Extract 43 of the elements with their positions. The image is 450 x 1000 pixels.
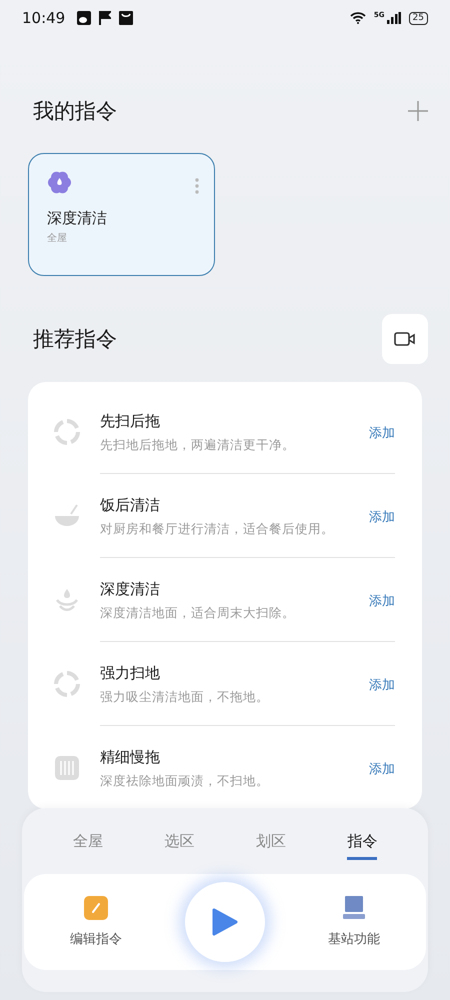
battery-level: 25 [408,12,428,24]
command-title: 强力扫地 [100,664,161,683]
mode-tab[interactable]: 全屋 [72,832,103,860]
command-card[interactable]: 深度清洁 全屋 [28,153,215,276]
add-link[interactable]: 添加 [369,424,395,442]
bag-icon [119,11,134,25]
bowl-icon [54,503,80,529]
plus-icon [408,101,428,121]
add-link[interactable]: 添加 [369,508,395,526]
mode-tab[interactable]: 划区 [256,832,286,860]
command-title: 先扫后拖 [100,412,161,431]
command-title: 深度清洁 [100,580,161,599]
mode-tab[interactable]: 指令 [347,832,378,860]
base-station-icon [343,896,365,920]
command-title: 饭后清洁 [100,496,161,515]
video-button[interactable] [382,314,428,364]
add-link[interactable]: 添加 [369,676,395,694]
command-description: 先扫地后拖地，两遍清洁更干净。 [100,436,296,454]
mode-tab[interactable]: 选区 [164,832,194,860]
command-description: 对厨房和餐厅进行清洁，适合餐后使用。 [100,520,335,538]
section-title: 我的指令 [33,98,117,125]
command-description: 深度清洁地面，适合周末大扫除。 [100,604,296,622]
video-camera-icon [394,331,416,347]
card-scope: 全屋 [47,232,68,245]
flower-icon [47,170,72,195]
command-title: 精细慢拖 [100,748,161,767]
action-button[interactable]: 编辑指令 [41,895,151,949]
add-link[interactable]: 添加 [369,592,395,610]
water-drop-icon [54,587,80,613]
signal-icon [386,12,401,24]
action-button[interactable]: 基站功能 [299,895,409,949]
add-button[interactable] [408,101,428,121]
command-description: 深度祛除地面顽渍，不扫地。 [100,772,270,790]
card-title: 深度清洁 [47,209,108,228]
flag-icon [99,11,112,25]
section-title: 推荐指令 [33,326,117,353]
play-icon [212,908,238,936]
mop-pad-icon [54,754,80,780]
status-time: 10:49 [22,9,66,27]
wifi-icon [350,12,366,24]
pencil-icon [84,896,108,920]
command-description: 强力吸尘清洁地面，不拖地。 [100,688,270,706]
add-link[interactable]: 添加 [369,760,395,778]
